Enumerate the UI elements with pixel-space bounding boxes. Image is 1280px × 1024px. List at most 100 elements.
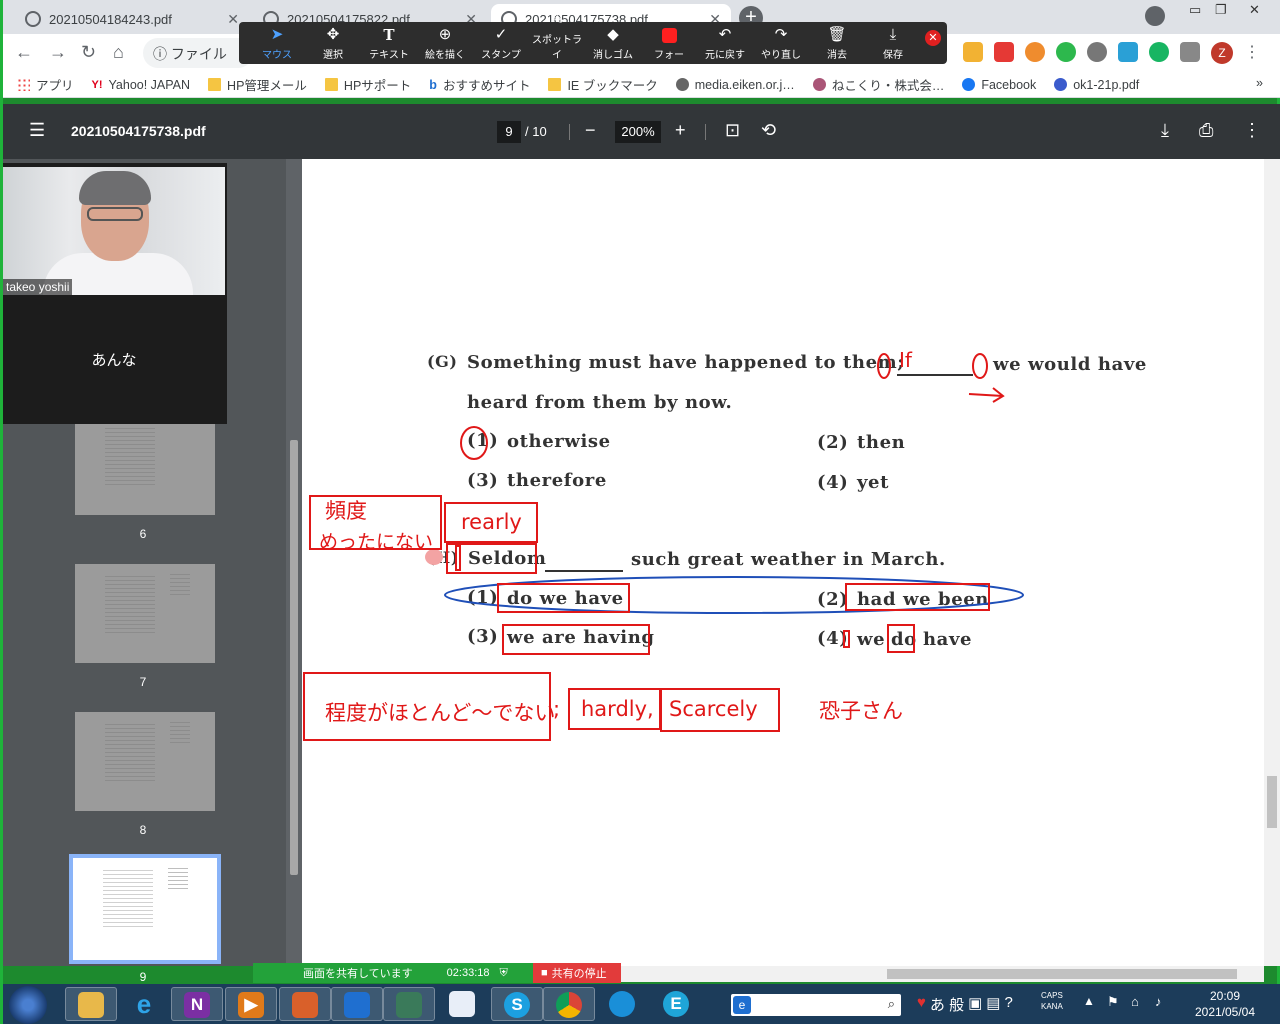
browser-tab-1[interactable]: 20210504184243.pdf ✕ bbox=[15, 4, 249, 34]
system-tray: ♥ あ 般 ▣ ▤ ? bbox=[917, 994, 1013, 1015]
tool-text[interactable]: T テキスト bbox=[361, 26, 417, 61]
extension-icon[interactable] bbox=[963, 42, 983, 62]
tool-save[interactable]: ⤓ 保存 bbox=[865, 26, 921, 61]
bookmark-apps[interactable]: アプリ bbox=[17, 75, 74, 94]
bookmark-recommended[interactable]: b おすすめサイト bbox=[429, 75, 530, 94]
home-icon[interactable]: ⌂ bbox=[113, 42, 124, 63]
puzzle-icon[interactable] bbox=[1180, 42, 1200, 62]
forward-icon[interactable]: → bbox=[49, 42, 67, 63]
clock-date: 2021/05/04 bbox=[1194, 1005, 1256, 1019]
annotation-close-icon[interactable]: ✕ bbox=[925, 30, 941, 46]
thumbnail-page[interactable] bbox=[75, 712, 215, 811]
fit-page-icon[interactable]: ⊡ bbox=[725, 120, 740, 141]
taskbar-app[interactable] bbox=[331, 987, 383, 1021]
download-icon[interactable]: ⤓ bbox=[1161, 120, 1169, 141]
extension-icon[interactable] bbox=[1118, 42, 1138, 62]
tool-clear[interactable]: 🗑 消去 bbox=[809, 26, 865, 61]
zoom-level[interactable]: 200% bbox=[615, 121, 661, 143]
taskbar-app[interactable] bbox=[279, 987, 331, 1021]
bookmark-hp-mail[interactable]: HP管理メール bbox=[208, 75, 307, 94]
profile-down-icon[interactable] bbox=[1145, 6, 1165, 26]
stop-share-button[interactable]: ■ 共有の停止 bbox=[533, 963, 621, 983]
start-button[interactable] bbox=[9, 986, 47, 1024]
bookmark-facebook[interactable]: Facebook bbox=[962, 78, 1036, 92]
question-text: Something must have happened to them; bbox=[467, 352, 905, 373]
close-icon[interactable]: ✕ bbox=[227, 11, 239, 28]
profile-avatar[interactable]: Z bbox=[1211, 42, 1233, 64]
bookmark-nekokuri[interactable]: ねこくり・株式会… bbox=[812, 75, 944, 94]
tray-icon[interactable]: ♥ bbox=[917, 994, 926, 1015]
taskbar-ie[interactable]: e bbox=[119, 987, 171, 1021]
back-icon[interactable]: ← bbox=[15, 42, 33, 63]
page-number-input[interactable]: 9 bbox=[497, 121, 521, 143]
horizontal-scrollbar[interactable] bbox=[887, 969, 1237, 979]
address-bar[interactable]: ⓘ ファイル bbox=[143, 38, 253, 68]
bookmark-ok1[interactable]: ok1-21p.pdf bbox=[1054, 78, 1139, 92]
bookmark-label: HPサポート bbox=[343, 79, 412, 93]
tool-stamp[interactable]: ✓ スタンプ bbox=[473, 26, 529, 61]
taskbar-edge[interactable] bbox=[597, 987, 649, 1021]
more-bookmarks-icon[interactable]: » bbox=[1256, 76, 1263, 90]
annotation-box bbox=[845, 583, 990, 611]
help-icon[interactable]: ? bbox=[1004, 994, 1012, 1015]
handwritten-note: めったにない bbox=[319, 531, 434, 553]
taskbar-skype[interactable]: S bbox=[491, 987, 543, 1021]
zoom-out-icon[interactable]: − bbox=[585, 120, 596, 141]
share-extension-icon[interactable] bbox=[1056, 42, 1076, 62]
more-options-icon[interactable]: ⋮ bbox=[1243, 120, 1261, 141]
taskbar-explorer[interactable] bbox=[65, 987, 117, 1021]
taskbar-app[interactable] bbox=[383, 987, 435, 1021]
video-panel: takeo yoshii あんな bbox=[3, 163, 227, 424]
window-close-icon[interactable]: ✕ bbox=[1249, 2, 1260, 18]
tray-icon[interactable]: ▤ bbox=[986, 994, 1000, 1015]
tool-redo[interactable]: ↷ やり直し bbox=[753, 26, 809, 61]
taskbar-app[interactable]: E bbox=[651, 987, 703, 1021]
bookmark-ie[interactable]: IE ブックマーク bbox=[548, 75, 658, 94]
minimize-icon[interactable]: ▭ bbox=[1189, 2, 1201, 18]
taskbar-app[interactable] bbox=[437, 987, 489, 1021]
tool-draw[interactable]: ⊕ 絵を描く bbox=[417, 26, 473, 61]
ime-indicator[interactable]: あ 般 bbox=[930, 994, 964, 1015]
tray-icon[interactable]: ▣ bbox=[968, 994, 982, 1015]
menu-icon[interactable]: ☰ bbox=[29, 120, 45, 141]
sidebar-scrollbar[interactable] bbox=[290, 440, 298, 875]
tool-label: フォー bbox=[654, 50, 684, 61]
volume-icon[interactable]: ♪ bbox=[1155, 994, 1162, 1009]
thumbnail-page-selected[interactable] bbox=[69, 854, 221, 964]
maximize-icon[interactable]: ❐ bbox=[1215, 2, 1227, 18]
tool-undo[interactable]: ↶ 元に戻す bbox=[697, 26, 753, 61]
thumbnail-page[interactable] bbox=[75, 416, 215, 515]
taskbar-search[interactable]: e ⌕ bbox=[731, 994, 901, 1016]
print-icon[interactable]: ⎙ bbox=[1199, 120, 1213, 141]
extension-icon[interactable] bbox=[994, 42, 1014, 62]
reload-icon[interactable]: ↻ bbox=[81, 42, 96, 63]
bookmark-hp-support[interactable]: HPサポート bbox=[324, 75, 412, 94]
file-explorer-icon bbox=[78, 992, 104, 1018]
tool-spotlight[interactable]: ✎ スポットライ bbox=[529, 11, 585, 61]
taskbar-onenote[interactable]: N bbox=[171, 987, 223, 1021]
thumbnail-page[interactable] bbox=[75, 564, 215, 663]
network-icon[interactable]: ⌂ bbox=[1131, 994, 1139, 1009]
extension-icon[interactable] bbox=[1087, 42, 1107, 62]
tool-label: 選択 bbox=[323, 50, 343, 61]
windows-taskbar: e N ▶ S E e ⌕ ♥ あ 般 ▣ ▤ ? CAPS KANA ▲ ⚑ … bbox=[3, 984, 1280, 1024]
taskbar-media[interactable]: ▶ bbox=[225, 987, 277, 1021]
taskbar-clock[interactable]: 20:09 2021/05/04 bbox=[1187, 988, 1263, 1020]
bookmark-eiken[interactable]: media.eiken.or.j… bbox=[675, 78, 795, 92]
tool-format[interactable]: フォー bbox=[641, 28, 697, 61]
clock-time: 20:09 bbox=[1209, 989, 1241, 1003]
edge-icon bbox=[609, 991, 635, 1017]
bookmark-yahoo[interactable]: Y! Yahoo! JAPAN bbox=[92, 78, 191, 92]
flag-icon[interactable]: ⚑ bbox=[1107, 994, 1119, 1010]
rotate-icon[interactable]: ⟲ bbox=[761, 120, 776, 141]
grammarly-icon[interactable] bbox=[1149, 42, 1169, 62]
extension-icon[interactable] bbox=[1025, 42, 1045, 62]
taskbar-chrome[interactable] bbox=[543, 987, 595, 1021]
tool-select[interactable]: ✥ 選択 bbox=[305, 26, 361, 61]
vertical-scrollbar[interactable] bbox=[1267, 776, 1277, 828]
tray-expand-icon[interactable]: ▲ bbox=[1083, 994, 1095, 1008]
tool-mouse[interactable]: ➤ マウス bbox=[249, 26, 305, 61]
zoom-in-icon[interactable]: + bbox=[675, 120, 686, 141]
tool-eraser[interactable]: ◆ 消しゴム bbox=[585, 26, 641, 61]
more-menu-icon[interactable]: ⋮ bbox=[1244, 42, 1260, 64]
